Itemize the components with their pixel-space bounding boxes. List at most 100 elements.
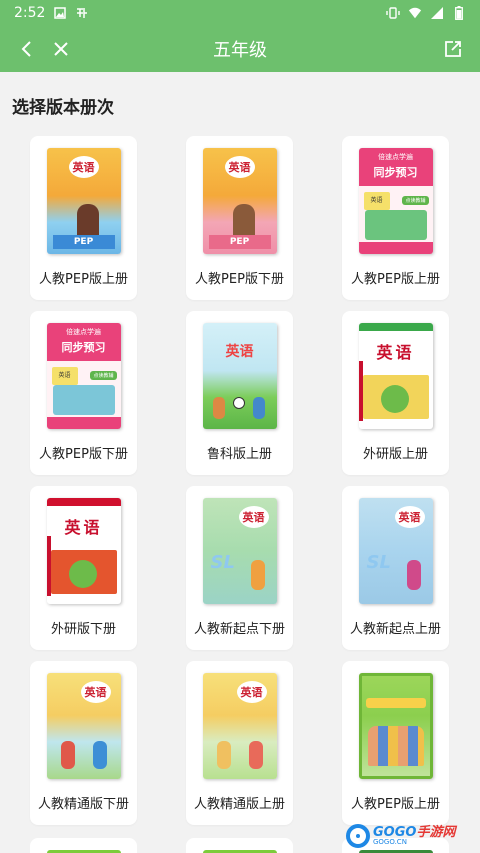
cover-brand: 倍速点学遍 [66,328,101,336]
book-label: 人教PEP版下册 [195,272,284,287]
cover-header: 倍速点学遍 同步预习 [358,148,433,186]
chevron-left-icon [21,40,31,57]
status-bar: 2:52 [0,0,480,25]
gogo-logo-icon [346,824,370,848]
book-label: 人教新起点下册 [193,622,285,637]
cover-title: 英语 [64,518,103,537]
cover-subject-badge: 英语 [80,681,111,703]
cover-illustration [367,726,424,766]
cover-illustration [212,397,225,419]
cover-illustration [406,560,421,590]
book-label: 人教精通版下册 [37,797,129,812]
book-card[interactable]: 倍速点学遍 同步预习 英语 点读教辅 人教PEP版下册 [30,311,137,475]
cover-illustration [76,204,99,238]
battery-icon [452,5,466,20]
book-cover: 英语 SL [358,498,433,604]
book-label: 人教精通版上册 [193,797,285,812]
app-header: 五年级 [0,25,480,72]
book-card[interactable]: 英语 外研版上册 [342,311,449,475]
cover-illustration [60,741,75,769]
book-card[interactable]: 英语 外研版下册 [30,486,137,650]
cover-subject-badge: 英语 [224,156,255,178]
book-label: 人教PEP版上册 [351,797,440,812]
cover-subject-label: 英语 [51,367,78,385]
cover-footer [358,242,433,254]
book-card[interactable]: 英语 人教精通版上册 [186,661,293,825]
cover-letters: SL [366,552,391,573]
book-cover: 英语 [46,498,121,604]
book-cover: 英语 [358,323,433,429]
book-label: 人教新起点上册 [349,622,441,637]
book-label: 人教PEP版上册 [351,272,440,287]
book-label: 人教PEP版上册 [39,272,128,287]
cover-title: 同步预习 [61,341,106,354]
cover-illustration [50,550,117,594]
book-cover: 英语 [46,673,121,779]
book-label: 鲁科版上册 [206,447,272,462]
watermark-brand-b: 手游网 [416,825,456,840]
share-button[interactable] [436,32,470,66]
cover-illustration [248,741,263,769]
section-title: 选择版本册次 [12,98,114,118]
cover-illustration [52,385,115,415]
back-button[interactable] [10,32,44,66]
cover-illustration [250,560,265,590]
signal-icon [430,6,444,20]
cover-illustration [92,741,107,769]
book-cover: 倍速点学遍 同步预习 英语 点读教辅 [358,148,433,254]
book-cover: 英语 [202,323,277,429]
status-time: 2:52 [14,4,46,21]
book-card[interactable]: 英语 人教精通版下册 [30,661,137,825]
close-button[interactable] [44,32,78,66]
book-card[interactable]: ​ 人教PEP版上册 [342,661,449,825]
wifi-icon [408,6,422,20]
share-icon [445,40,461,57]
cover-series: PEP [208,235,271,249]
book-card[interactable]: 英语 PEP 人教PEP版上册 [30,136,137,300]
book-cover: 英语 PEP [46,148,121,254]
watermark-domain: GOGO.CN [373,838,407,846]
book-card[interactable]: 倍速点学遍 同步预习 英语 点读教辅 人教PEP版上册 [342,136,449,300]
cover-illustration [216,741,231,769]
cover-illustration [362,375,429,419]
cover-brand: 倍速点学遍 [378,153,413,161]
book-card[interactable]: 英语 PEP 人教PEP版下册 [186,136,293,300]
close-icon [54,41,68,56]
book-grid: 英语 PEP 人教PEP版上册 英语 PEP 人教PEP版下册 倍速点学遍 同步… [0,136,480,825]
book-cover: 英语 [202,673,277,779]
book-cover: 英语 SL [202,498,277,604]
cover-subject-label: 英语 [363,192,390,210]
cover-footer [46,417,121,429]
cover-subject-badge: 英语 [394,506,425,528]
book-card[interactable]: 英语 SL 人教新起点下册 [186,486,293,650]
book-card[interactable]: 英语 SL 人教新起点上册 [342,486,449,650]
book-cover: 英语 PEP [202,148,277,254]
cover-stripe [46,536,51,596]
book-label: 外研版下册 [50,622,116,637]
book-label: 人教PEP版下册 [39,447,128,462]
cover-tag: 点读教辅 [90,371,117,380]
cover-illustration [232,204,255,238]
cover-tag: 点读教辅 [402,196,429,205]
cover-subject-badge: 英语 [68,156,99,178]
image-icon [53,6,67,20]
cover-stripe [358,361,363,421]
cover-illustration [364,210,427,240]
book-card[interactable]: 英语 鲁科版上册 [186,311,293,475]
site-watermark: GOGO手游网 GOGO.CN [346,819,476,853]
book-label: 外研版上册 [362,447,428,462]
cover-title: 英语 [225,344,254,360]
cover-illustration [232,397,245,409]
cover-title: 英语 [376,343,415,362]
cover-series: PEP [52,235,115,249]
book-cover: ​ [358,673,433,779]
cover-title: 同步预习 [373,166,418,179]
book-card[interactable] [186,838,293,853]
book-card[interactable] [30,838,137,853]
cover-illustration [252,397,265,419]
cover-letters: SL [210,552,235,573]
vibrate-icon [386,6,400,20]
cover-header: 倍速点学遍 同步预习 [46,323,121,361]
book-cover: 倍速点学遍 同步预习 英语 点读教辅 [46,323,121,429]
app-notification-icon [75,6,89,20]
